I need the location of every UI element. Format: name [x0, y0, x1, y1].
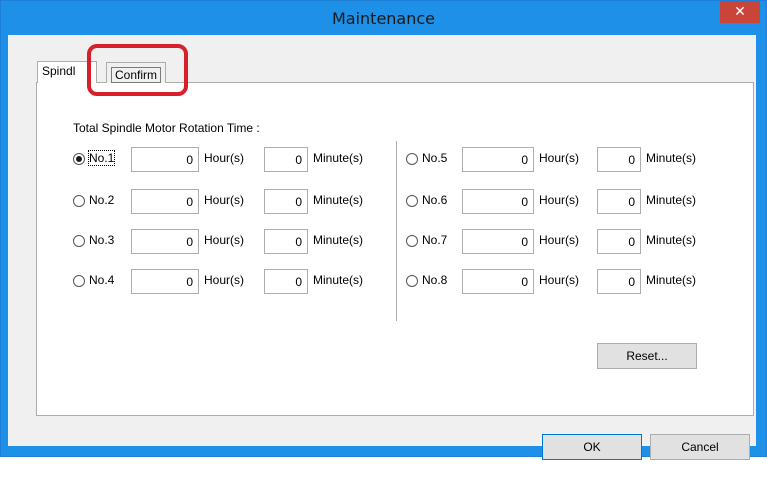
minutes-field-3[interactable]: 0: [264, 229, 308, 254]
spindle-radio-6[interactable]: [406, 195, 418, 207]
hours-field-2[interactable]: 0: [131, 189, 199, 214]
spindle-radio-2[interactable]: [73, 195, 85, 207]
title-bar[interactable]: Maintenance ✕: [1, 1, 766, 36]
spindle-label-3: No.3: [89, 233, 115, 247]
minutes-field-8[interactable]: 0: [597, 269, 641, 294]
spindle-row-5: No.5 0 Hour(s) 0 Minute(s): [406, 147, 726, 173]
hours-field-5[interactable]: 0: [462, 147, 534, 172]
minutes-unit-1: Minute(s): [313, 151, 364, 165]
spindle-radio-3[interactable]: [73, 235, 85, 247]
hours-unit-6: Hour(s): [539, 193, 580, 207]
section-label: Total Spindle Motor Rotation Time :: [73, 121, 260, 135]
spindle-label-4: No.4: [89, 273, 115, 287]
hours-unit-4: Hour(s): [204, 273, 245, 287]
spindle-row-3: No.3 0 Hour(s) 0 Minute(s): [73, 229, 393, 255]
hours-unit-1: Hour(s): [204, 151, 245, 165]
hours-unit-8: Hour(s): [539, 273, 580, 287]
spindle-label-6: No.6: [422, 193, 448, 207]
hours-field-4[interactable]: 0: [131, 269, 199, 294]
spindle-radio-4[interactable]: [73, 275, 85, 287]
spindle-row-4: No.4 0 Hour(s) 0 Minute(s): [73, 269, 393, 295]
hours-unit-7: Hour(s): [539, 233, 580, 247]
reset-button[interactable]: Reset...: [597, 343, 697, 369]
minutes-unit-6: Minute(s): [646, 193, 697, 207]
close-button[interactable]: ✕: [720, 1, 760, 23]
spindle-row-8: No.8 0 Hour(s) 0 Minute(s): [406, 269, 726, 295]
close-icon: ✕: [734, 3, 746, 19]
hours-unit-2: Hour(s): [204, 193, 245, 207]
spindle-row-1: No.1 0 Hour(s) 0 Minute(s): [73, 147, 393, 173]
minutes-unit-3: Minute(s): [313, 233, 364, 247]
spindle-radio-1[interactable]: [73, 153, 85, 165]
hours-field-6[interactable]: 0: [462, 189, 534, 214]
spindle-label-7: No.7: [422, 233, 448, 247]
minutes-field-1[interactable]: 0: [264, 147, 308, 172]
spindle-row-7: No.7 0 Hour(s) 0 Minute(s): [406, 229, 726, 255]
window-title: Maintenance: [331, 9, 436, 28]
hours-unit-5: Hour(s): [539, 151, 580, 165]
hours-field-7[interactable]: 0: [462, 229, 534, 254]
minutes-field-4[interactable]: 0: [264, 269, 308, 294]
cancel-button[interactable]: Cancel: [650, 434, 750, 460]
spindle-radio-7[interactable]: [406, 235, 418, 247]
spindle-label-2: No.2: [89, 193, 115, 207]
spindle-label-5: No.5: [422, 151, 448, 165]
spindle-radio-8[interactable]: [406, 275, 418, 287]
column-divider: [396, 141, 397, 321]
tab-spindle-label: Spindl: [42, 64, 76, 78]
ok-button[interactable]: OK: [542, 434, 642, 460]
spindle-radio-5[interactable]: [406, 153, 418, 165]
hours-unit-3: Hour(s): [204, 233, 245, 247]
minutes-unit-5: Minute(s): [646, 151, 697, 165]
minutes-unit-7: Minute(s): [646, 233, 697, 247]
minutes-unit-4: Minute(s): [313, 273, 364, 287]
hours-field-3[interactable]: 0: [131, 229, 199, 254]
minutes-field-7[interactable]: 0: [597, 229, 641, 254]
callout-highlight: [87, 44, 188, 96]
minutes-field-5[interactable]: 0: [597, 147, 641, 172]
hours-field-1[interactable]: 0: [131, 147, 199, 172]
minutes-unit-8: Minute(s): [646, 273, 697, 287]
spindle-row-6: No.6 0 Hour(s) 0 Minute(s): [406, 189, 726, 215]
spindle-row-2: No.2 0 Hour(s) 0 Minute(s): [73, 189, 393, 215]
minutes-field-6[interactable]: 0: [597, 189, 641, 214]
minutes-field-2[interactable]: 0: [264, 189, 308, 214]
spindle-label-8: No.8: [422, 273, 448, 287]
hours-field-8[interactable]: 0: [462, 269, 534, 294]
minutes-unit-2: Minute(s): [313, 193, 364, 207]
spindle-label-1: No.1: [87, 150, 116, 166]
